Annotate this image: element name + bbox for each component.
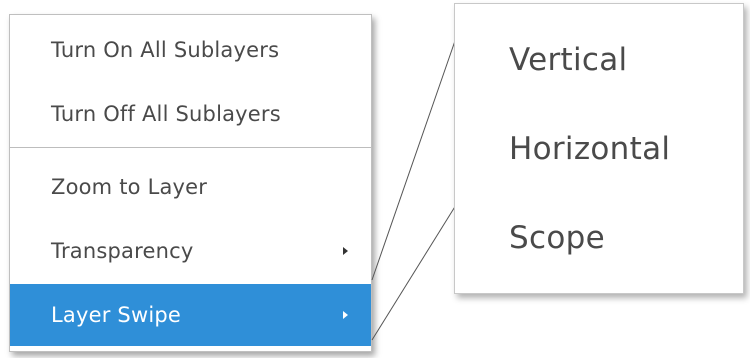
submenu-item-horizontal[interactable]: Horizontal [509,131,670,167]
menu-item-turn-off-all-sublayers[interactable]: Turn Off All Sublayers [10,83,371,145]
layer-swipe-figure: Turn On All Sublayers Turn Off All Subla… [0,0,750,358]
menu-item-label: Transparency [51,239,194,263]
menu-item-transparency[interactable]: Transparency [10,220,371,282]
submenu-item-label: Horizontal [509,131,671,167]
menu-item-zoom-to-layer[interactable]: Zoom to Layer [10,156,371,218]
submenu-item-label: Scope [509,220,605,256]
submenu-item-label: Vertical [509,42,628,78]
chevron-right-icon [343,311,348,319]
submenu-item-vertical[interactable]: Vertical [509,42,627,78]
menu-item-label: Zoom to Layer [51,175,208,199]
connector-line-bottom [371,204,457,341]
submenu-item-scope[interactable]: Scope [509,220,605,256]
menu-item-label: Layer Swipe [51,303,182,327]
layer-context-menu: Turn On All Sublayers Turn Off All Subla… [9,14,372,352]
connector-line-top [371,37,457,281]
chevron-right-icon [343,247,348,255]
menu-item-label: Turn Off All Sublayers [51,102,281,126]
layer-swipe-submenu: Vertical Horizontal Scope [454,3,744,294]
menu-item-layer-swipe[interactable]: Layer Swipe [10,284,371,346]
menu-item-turn-on-all-sublayers[interactable]: Turn On All Sublayers [10,19,371,81]
menu-divider [10,147,371,148]
menu-item-label: Turn On All Sublayers [51,38,280,62]
